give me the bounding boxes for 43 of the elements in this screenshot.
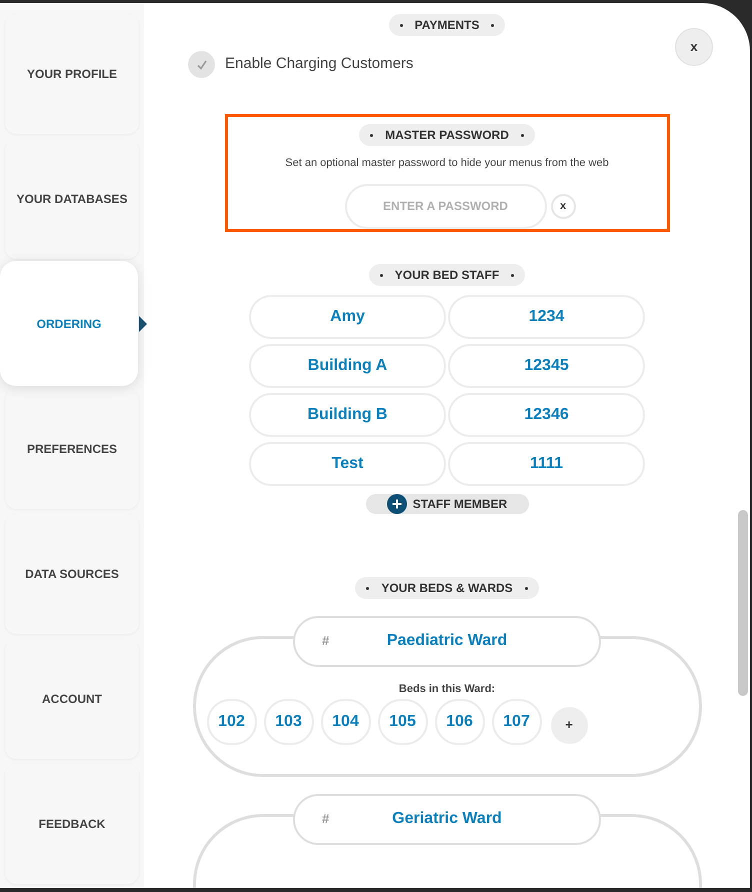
ward-title-field[interactable]: # Geriatric Ward [293, 794, 601, 844]
bed-number[interactable]: 104 [320, 699, 370, 745]
checkbox[interactable] [188, 51, 215, 78]
staff-name[interactable]: Building A [249, 344, 446, 388]
password-field[interactable]: ENTER A PASSWORD [344, 184, 546, 228]
checkbox-label: Enable Charging Customers [225, 54, 414, 74]
bed-number[interactable]: 106 [434, 699, 484, 745]
staff-code[interactable]: 12346 [448, 392, 645, 436]
check-icon [196, 58, 208, 70]
plus-icon [386, 494, 407, 514]
staff-name[interactable]: Building B [249, 392, 446, 436]
staff-code[interactable]: 1234 [448, 294, 645, 338]
ward-name: Geriatric Ward [392, 809, 502, 829]
sidebar-item[interactable]: ACCOUNT [5, 638, 139, 758]
description-text: Set an optional master password to hide your menus from the web [285, 156, 609, 171]
section-heading: PAYMENTS [388, 14, 506, 36]
sidebar-item[interactable]: YOUR PROFILE [5, 14, 139, 134]
staff-name[interactable]: Test [249, 442, 446, 486]
add-staff-button[interactable]: STAFF MEMBER [366, 494, 528, 514]
bed-number[interactable]: 107 [492, 699, 542, 745]
beds-label: Beds in this Ward: [398, 682, 496, 696]
section-heading: YOUR BED STAFF [368, 264, 526, 286]
sidebar-item[interactable]: PREFERENCES [5, 388, 139, 508]
sidebar-item[interactable]: DATA SOURCES [5, 514, 139, 634]
staff-name[interactable]: Amy [249, 294, 446, 338]
staff-code[interactable]: 1111 [448, 442, 645, 486]
staff-code[interactable]: 12345 [448, 344, 645, 388]
bed-number[interactable]: 103 [264, 699, 314, 745]
bed-number[interactable]: 105 [378, 699, 428, 745]
close-button[interactable]: x [675, 28, 713, 66]
section-heading: YOUR BEDS & WARDS [355, 576, 539, 598]
bed-number[interactable]: 102 [206, 699, 256, 745]
sidebar-item[interactable]: YOUR DATABASES [5, 138, 139, 258]
scrollbar-thumb[interactable] [738, 510, 748, 696]
sidebar-item[interactable]: FEEDBACK [5, 764, 139, 884]
number-placeholder: # [322, 810, 330, 828]
sidebar-item[interactable]: ORDERING [0, 261, 138, 386]
clear-button[interactable]: x [550, 194, 576, 218]
ward-name: Paediatric Ward [386, 631, 508, 651]
number-placeholder: # [322, 632, 330, 650]
section-heading: MASTER PASSWORD [359, 124, 535, 146]
pointer-icon [139, 316, 147, 332]
ward-title-field[interactable]: # Paediatric Ward [293, 616, 601, 666]
